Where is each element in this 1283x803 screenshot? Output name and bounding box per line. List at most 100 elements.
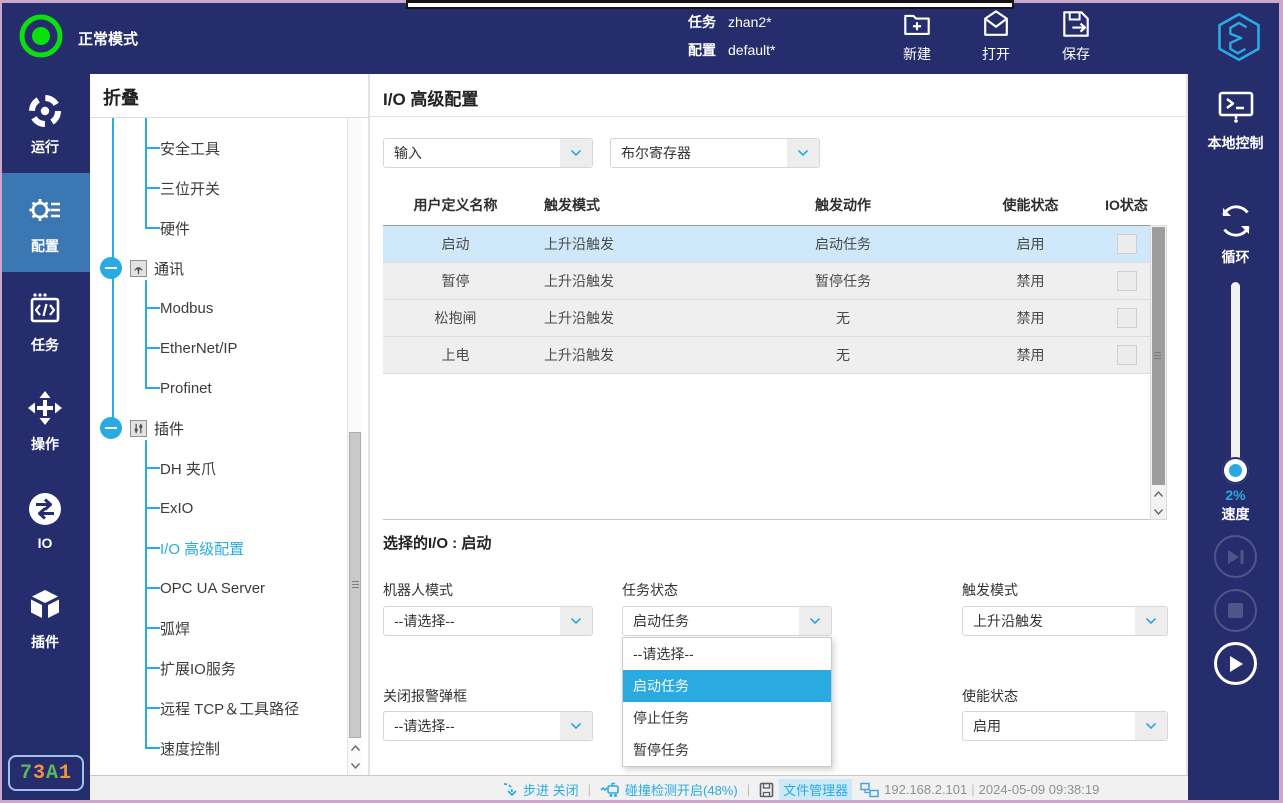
- tree-item-hardware[interactable]: 硬件: [90, 208, 348, 248]
- network-info: 192.168.2.101: [860, 782, 967, 798]
- table-scrollbar[interactable]: [1150, 225, 1167, 520]
- dropdown-option[interactable]: --请选择--: [623, 638, 831, 670]
- datetime: 2024-05-09 09:38:19: [979, 782, 1100, 797]
- chevron-down-icon: [560, 712, 592, 740]
- io-state-checkbox[interactable]: [1117, 345, 1137, 365]
- cell-enable-state: 启用: [958, 234, 1103, 254]
- nav-item-task[interactable]: 任务: [0, 272, 90, 371]
- app-window: 正常模式 任务zhan2* 配置default* 新建 打开 保存 运行 配置: [0, 0, 1283, 803]
- tree-item-modbus[interactable]: Modbus: [90, 288, 348, 328]
- loop-arrows-icon: [1215, 200, 1257, 242]
- scroll-down-icon[interactable]: [348, 757, 363, 774]
- speed-slider-knob[interactable]: [1222, 457, 1249, 484]
- tree-node-communication[interactable]: 通讯: [90, 248, 348, 288]
- file-manager-button[interactable]: 文件管理器: [759, 779, 852, 800]
- close-alarm-label: 关闭报警弹框: [383, 686, 467, 706]
- tree-item-opc-ua-server[interactable]: OPC UA Server: [90, 568, 348, 608]
- table-row[interactable]: 启动 上升沿触发 启动任务 启用: [383, 226, 1150, 263]
- io-direction-select[interactable]: 输入: [383, 138, 593, 168]
- tree-item-remote-tcp-tool-path[interactable]: 远程 TCP＆工具路径: [90, 688, 348, 728]
- tree-item-exio[interactable]: ExIO: [90, 488, 348, 528]
- play-icon: [1228, 655, 1244, 673]
- speed-slider-track[interactable]: [1231, 282, 1240, 474]
- table-scrollbar-thumb[interactable]: [1152, 227, 1165, 485]
- network-icon: [860, 782, 879, 798]
- tree-item-dh-gripper[interactable]: DH 夹爪: [90, 448, 348, 488]
- open-button[interactable]: 打开: [963, 6, 1029, 70]
- chevron-down-icon: [1135, 607, 1167, 635]
- tree-item-safety-plane[interactable]: 安全平面: [90, 118, 348, 128]
- io-state-checkbox[interactable]: [1117, 271, 1137, 291]
- save-button[interactable]: 保存: [1043, 6, 1109, 70]
- scroll-up-icon[interactable]: [348, 740, 363, 757]
- collision-status[interactable]: 碰撞检测开启(48%): [600, 780, 738, 799]
- robot-mode-select[interactable]: --请选择--: [383, 606, 593, 636]
- speed-percent: 2%: [1188, 487, 1283, 503]
- table-header: 用户定义名称 触发模式 触发动作 使能状态 IO状态: [383, 185, 1150, 225]
- step-status[interactable]: 步进 关闭: [502, 780, 579, 799]
- terminal-icon: [1215, 86, 1257, 128]
- cell-enable-state: 禁用: [958, 308, 1103, 328]
- scroll-down-icon[interactable]: [1151, 503, 1166, 520]
- play-button[interactable]: [1214, 642, 1257, 685]
- tree-item-speed-control[interactable]: 速度控制: [90, 728, 348, 768]
- dropdown-option[interactable]: 暂停任务: [623, 734, 831, 766]
- cell-name: 上电: [383, 345, 528, 365]
- tree-item-safety-tools[interactable]: 安全工具: [90, 128, 348, 168]
- tree-item-profinet[interactable]: Profinet: [90, 368, 348, 408]
- scroll-up-icon[interactable]: [1151, 486, 1166, 503]
- table-row[interactable]: 暂停 上升沿触发 暂停任务 禁用: [383, 263, 1150, 300]
- collapse-toggle-icon[interactable]: [100, 257, 122, 279]
- new-button[interactable]: 新建: [884, 6, 950, 70]
- collapse-header[interactable]: 折叠: [90, 74, 368, 118]
- chevron-down-icon: [799, 607, 831, 635]
- nav-item-run[interactable]: 运行: [0, 74, 90, 173]
- cell-trigger-action: 暂停任务: [728, 271, 958, 291]
- tree-scrollbar-thumb[interactable]: [349, 432, 361, 738]
- config-name: default*: [728, 42, 775, 58]
- cell-name: 暂停: [383, 271, 528, 291]
- tree-item-arc-welding[interactable]: 弧焊: [90, 608, 348, 648]
- tree-scrollbar[interactable]: [347, 118, 362, 775]
- collapse-toggle-icon[interactable]: [100, 417, 122, 439]
- plugins-sliders-icon: [130, 420, 147, 437]
- stop-button[interactable]: [1214, 589, 1257, 632]
- tree-item-three-position-switch[interactable]: 三位开关: [90, 168, 348, 208]
- window-title-strip: [406, 0, 1014, 9]
- dropdown-option[interactable]: 停止任务: [623, 702, 831, 734]
- register-type-select[interactable]: 布尔寄存器: [610, 138, 820, 168]
- cell-name: 启动: [383, 234, 528, 254]
- top-bar: 正常模式 任务zhan2* 配置default* 新建 打开 保存: [0, 0, 1283, 74]
- config-tree-panel: 折叠 安全平面 安全工具 三位开关 硬件 通讯 Modbus EtherNet/…: [90, 74, 370, 775]
- step-forward-button[interactable]: [1214, 535, 1257, 578]
- tree-item-ethernet-ip[interactable]: EtherNet/IP: [90, 328, 348, 368]
- task-label: 任务: [688, 14, 716, 30]
- loop-button[interactable]: 循环: [1188, 200, 1283, 267]
- nav-item-plugins[interactable]: 插件: [0, 569, 90, 668]
- close-alarm-select[interactable]: --请选择--: [383, 711, 593, 741]
- dropdown-option-selected[interactable]: 启动任务: [623, 670, 831, 702]
- nav-item-io[interactable]: IO: [0, 470, 90, 569]
- io-state-checkbox[interactable]: [1117, 234, 1137, 254]
- io-state-checkbox[interactable]: [1117, 308, 1137, 328]
- trigger-mode-select[interactable]: 上升沿触发: [962, 606, 1168, 636]
- task-name: zhan2*: [728, 14, 772, 30]
- task-state-select[interactable]: 启动任务: [622, 606, 832, 636]
- table-row[interactable]: 松抱闸 上升沿触发 无 禁用: [383, 300, 1150, 337]
- tree-node-plugins[interactable]: 插件: [90, 408, 348, 448]
- nav-item-config[interactable]: 配置: [0, 173, 90, 272]
- cell-name: 松抱闸: [383, 308, 528, 328]
- table-row[interactable]: 上电 上升沿触发 无 禁用: [383, 337, 1150, 374]
- cell-trigger-action: 无: [728, 345, 958, 365]
- enable-state-select[interactable]: 启用: [962, 711, 1168, 741]
- new-file-icon: [899, 6, 935, 42]
- nav-item-operate[interactable]: 操作: [0, 371, 90, 470]
- task-state-dropdown: --请选择-- 启动任务 停止任务 暂停任务: [622, 637, 832, 767]
- chevron-down-icon: [560, 139, 592, 167]
- ip-address: 192.168.2.101: [884, 782, 967, 797]
- left-nav: 运行 配置 任务 操作 IO 插件 73A1: [0, 74, 90, 803]
- local-control-button[interactable]: 本地控制: [1188, 86, 1283, 153]
- tree-item-extended-io-service[interactable]: 扩展IO服务: [90, 648, 348, 688]
- tree-item-io-advanced-config[interactable]: I/O 高级配置: [90, 528, 348, 568]
- mode-label: 正常模式: [78, 28, 138, 49]
